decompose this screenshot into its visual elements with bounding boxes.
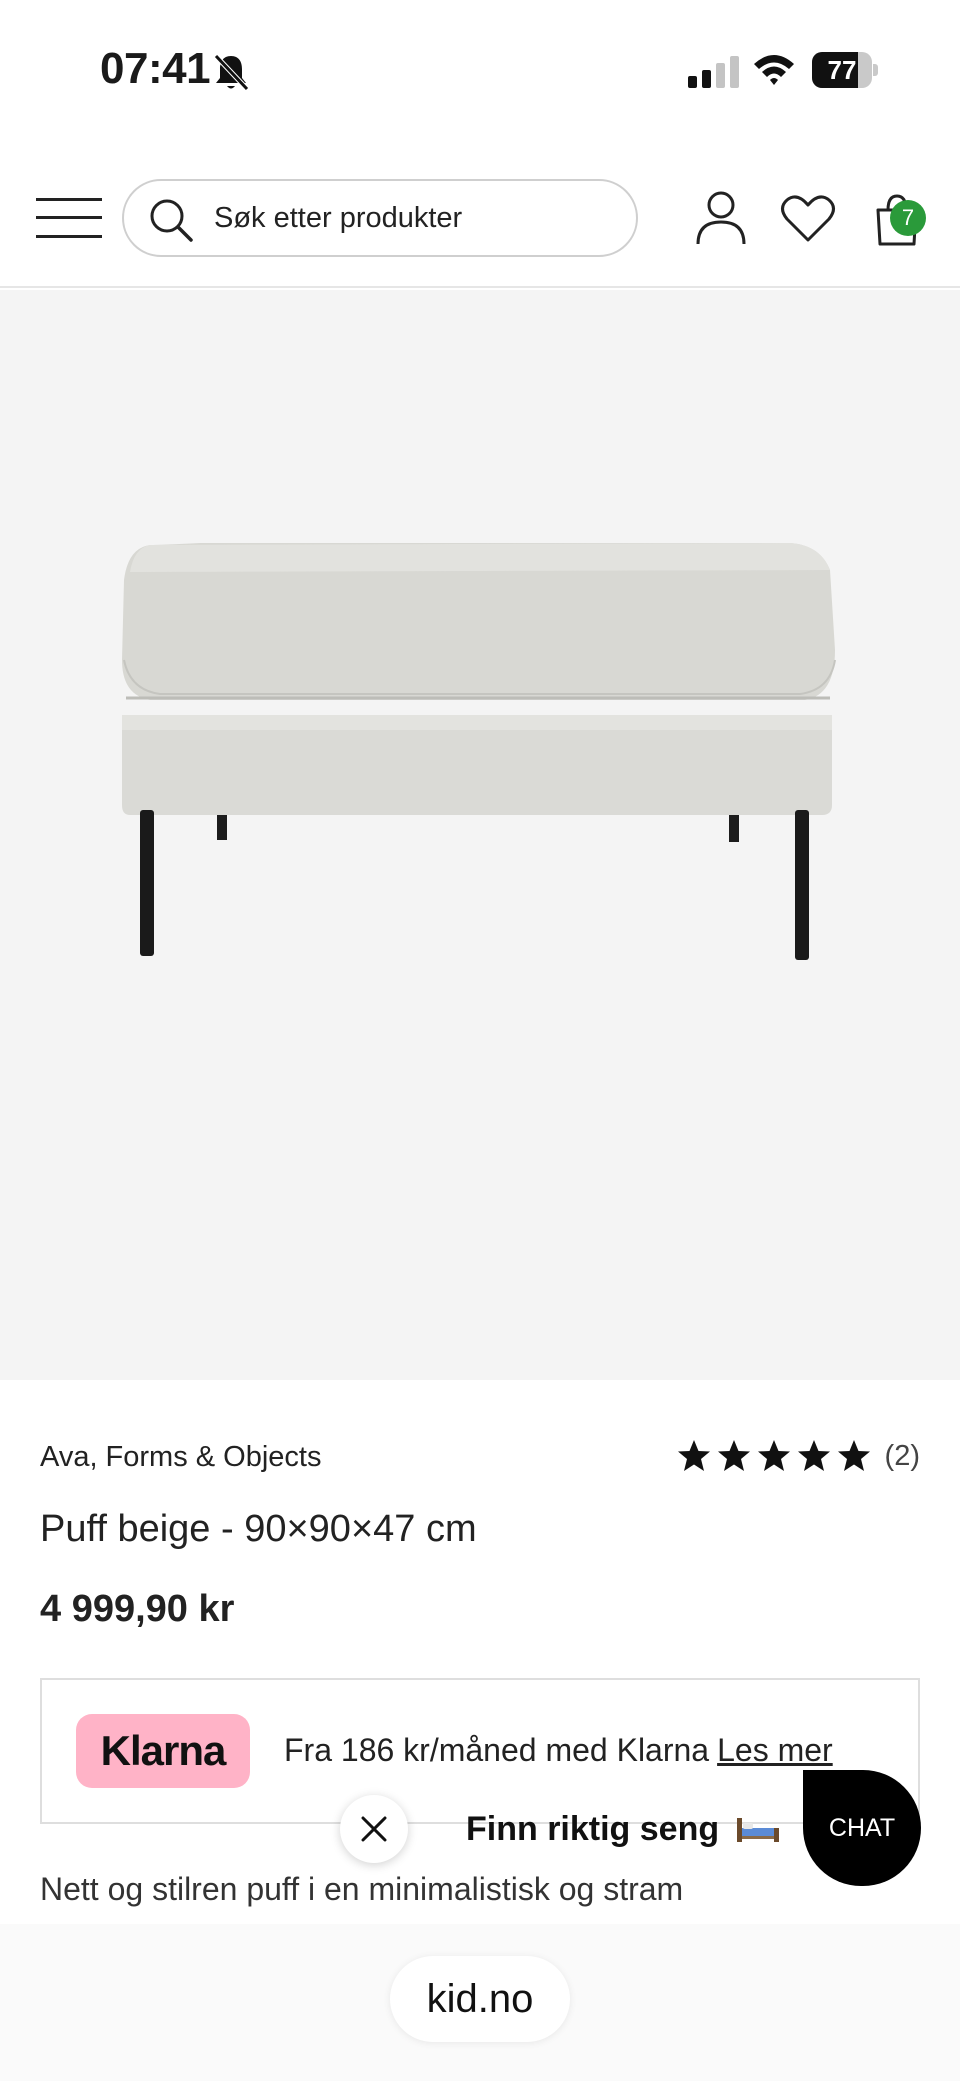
search-icon	[150, 199, 193, 242]
klarna-read-more-link[interactable]: Les mer	[717, 1732, 833, 1768]
star-icon	[797, 1440, 830, 1471]
product-title: Puff beige - 90×90×47 cm	[40, 1508, 477, 1550]
status-bar: 07:41 77	[0, 0, 960, 140]
promo-banner[interactable]: Finn riktig seng	[466, 1810, 781, 1849]
battery-icon: 77	[812, 52, 878, 88]
star-icon	[717, 1440, 750, 1471]
ottoman-illustration	[122, 543, 836, 960]
site-header: 7	[0, 170, 960, 288]
wifi-icon	[754, 55, 794, 85]
klarna-text: Fra 186 kr/måned med Klarna	[284, 1732, 710, 1768]
klarna-banner: Klarna Fra 186 kr/måned med Klarna Les me…	[40, 1678, 920, 1824]
cart-count-badge: 7	[890, 200, 926, 236]
klarna-financing-text: Fra 186 kr/måned med Klarna Les mer	[284, 1732, 833, 1769]
product-brand[interactable]: Ava, Forms & Objects	[40, 1441, 322, 1474]
rating-count: (2)	[884, 1439, 920, 1472]
bell-off-icon	[214, 54, 249, 91]
browser-url-pill[interactable]: kid.no	[390, 1956, 570, 2042]
battery-level: 77	[827, 55, 857, 85]
product-rating[interactable]: (2)	[677, 1439, 920, 1473]
signal-icon	[688, 56, 739, 88]
chat-button[interactable]: CHAT	[803, 1770, 921, 1886]
bed-icon	[736, 1818, 779, 1842]
star-icon	[677, 1440, 710, 1471]
search-input[interactable]	[214, 181, 614, 255]
hamburger-menu-icon[interactable]	[36, 196, 102, 240]
product-description: Nett og stilren puff i en minimalistisk …	[40, 1871, 684, 1907]
klarna-logo: Klarna	[76, 1714, 250, 1788]
wishlist-heart-icon[interactable]	[780, 194, 836, 244]
product-image[interactable]	[0, 290, 960, 1380]
star-icon	[757, 1440, 790, 1471]
search-bar[interactable]	[122, 179, 638, 257]
product-price: 4 999,90 kr	[40, 1588, 235, 1630]
promo-text: Finn riktig seng	[466, 1810, 720, 1848]
close-icon	[361, 1816, 387, 1842]
status-time: 07:41	[100, 44, 211, 93]
promo-close-button[interactable]	[340, 1795, 408, 1863]
account-icon[interactable]	[694, 190, 748, 246]
star-icon	[837, 1440, 870, 1471]
